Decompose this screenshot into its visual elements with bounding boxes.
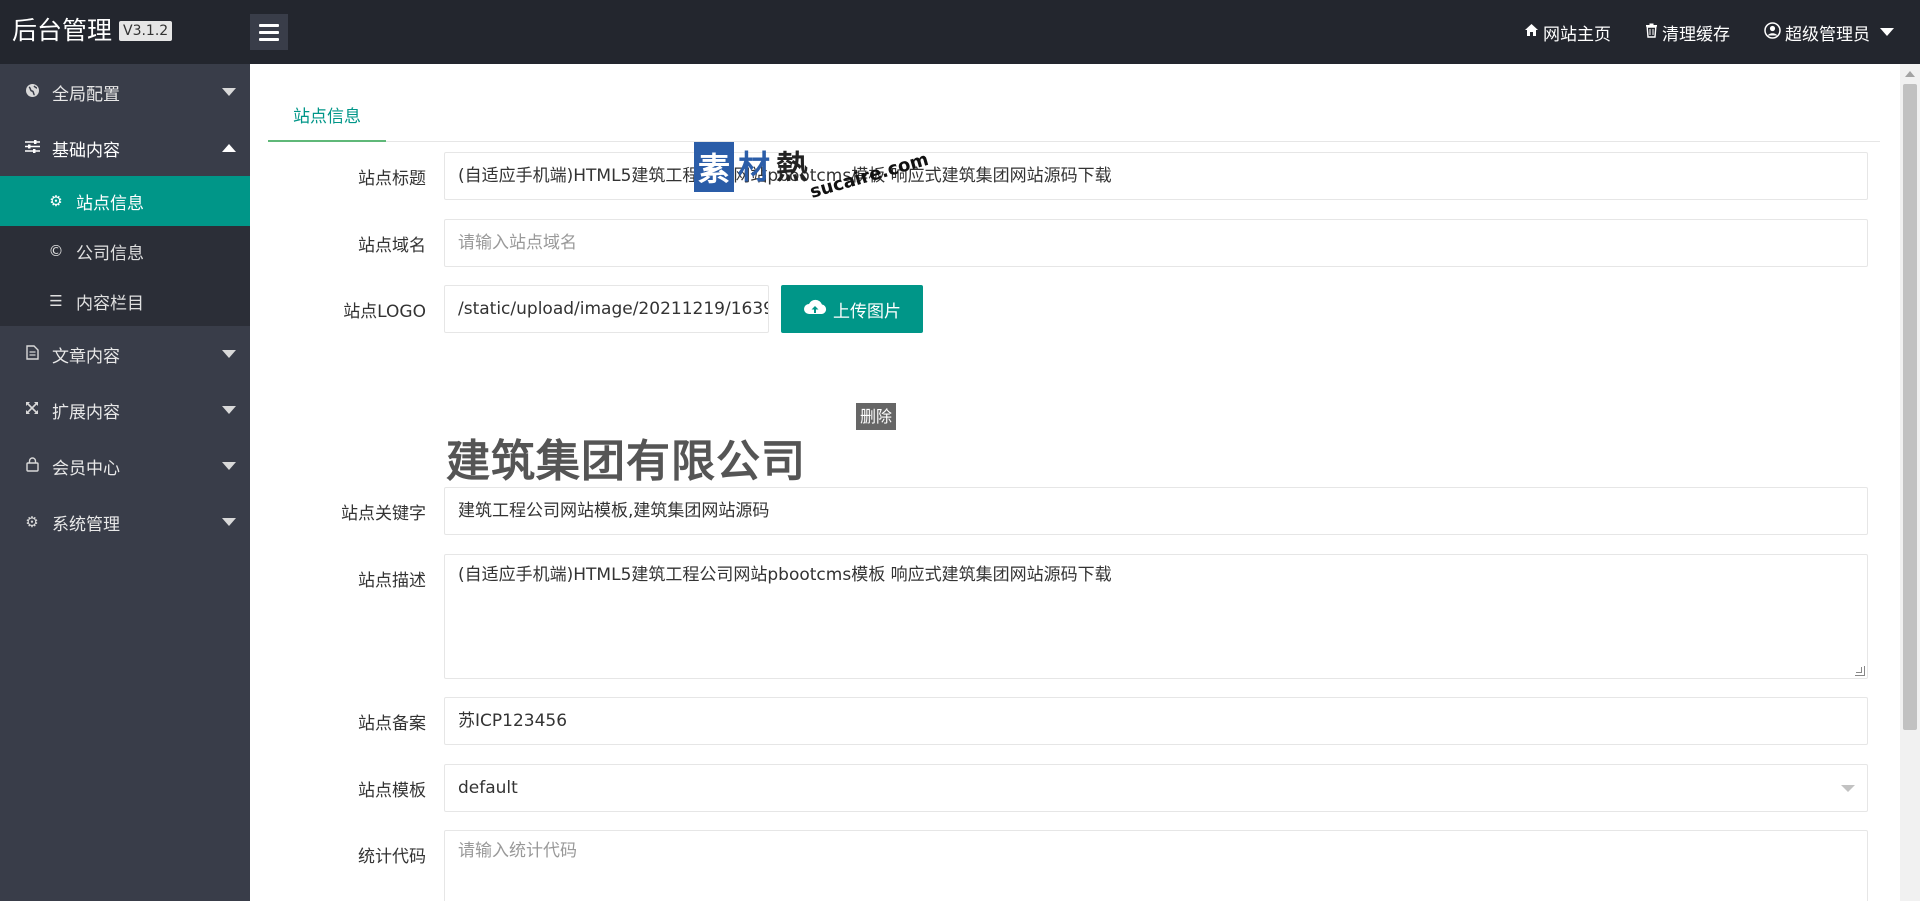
statistics-code-textarea[interactable]: 请输入统计代码	[444, 830, 1868, 901]
chevron-down-icon	[1880, 28, 1894, 36]
site-description-textarea[interactable]: (自适应手机端)HTML5建筑工程公司网站pbootcms模板 响应式建筑集团网…	[444, 554, 1868, 679]
file-icon	[24, 344, 40, 364]
sidebar-item-global-config[interactable]: 全局配置	[0, 64, 250, 120]
site-template-value: default	[458, 778, 518, 798]
sidebar-item-label: 系统管理	[52, 514, 120, 535]
home-icon	[1524, 23, 1539, 41]
sidebar-item-label: 会员中心	[52, 458, 120, 479]
app-title: 后台管理	[12, 16, 113, 45]
admin-user-label: 超级管理员	[1785, 24, 1870, 45]
sidebar-item-site-info[interactable]: ⚙ 站点信息	[0, 176, 250, 226]
site-description-text: (自适应手机端)HTML5建筑工程公司网站pbootcms模板 响应式建筑集团网…	[458, 565, 1112, 585]
field-label: 站点标题	[358, 169, 426, 189]
basic-content-submenu: ⚙ 站点信息 © 公司信息 ☰ 内容栏目	[0, 176, 250, 326]
sidebar-item-label: 基础内容	[52, 140, 120, 161]
admin-user-menu[interactable]: 超级管理员	[1764, 20, 1894, 45]
site-home-link[interactable]: 网站主页	[1524, 20, 1611, 45]
svg-text:素: 素	[698, 150, 730, 188]
sidebar-item-label: 站点信息	[76, 193, 144, 214]
gear-icon: ⚙	[25, 513, 39, 531]
chevron-down-icon	[222, 518, 236, 526]
site-icp-input[interactable]: 苏ICP123456	[444, 697, 1868, 745]
list-icon: ☰	[49, 292, 63, 310]
lock-user-icon	[24, 456, 40, 476]
sidebar-item-content-columns[interactable]: ☰ 内容栏目	[0, 276, 250, 326]
field-label: 站点备案	[358, 714, 426, 734]
sidebar-item-extension-content[interactable]: 扩展内容	[0, 382, 250, 438]
field-label: 站点域名	[358, 236, 426, 256]
chevron-down-icon	[222, 462, 236, 470]
scroll-up-icon[interactable]	[1905, 71, 1915, 77]
site-logo-path-input[interactable]: /static/upload/image/20211219/1639886	[444, 285, 769, 333]
globe-icon	[24, 83, 40, 102]
chevron-down-icon	[222, 406, 236, 414]
expand-icon	[24, 401, 40, 419]
site-home-label: 网站主页	[1543, 24, 1611, 45]
sidebar-item-label: 扩展内容	[52, 402, 120, 423]
svg-text:sucaire.com: sucaire.com	[808, 149, 931, 203]
hamburger-icon	[259, 23, 279, 27]
sidebar-item-member-center[interactable]: 会员中心	[0, 438, 250, 494]
tab-bar: 站点信息	[268, 92, 1880, 142]
svg-text:熱: 熱	[776, 148, 808, 186]
sidebar-item-label: 公司信息	[76, 243, 144, 264]
chevron-down-icon	[222, 88, 236, 96]
logo-preview-image: 建筑集团有限公司	[446, 436, 806, 487]
copyright-icon: ©	[48, 242, 64, 260]
sidebar-toggle-button[interactable]	[250, 14, 288, 50]
svg-text:材: 材	[738, 148, 770, 186]
site-template-select[interactable]: default	[444, 764, 1868, 812]
clear-cache-label: 清理缓存	[1662, 24, 1730, 45]
chevron-down-icon	[222, 350, 236, 358]
resize-handle-icon[interactable]	[1855, 666, 1865, 676]
cloud-upload-icon	[803, 298, 827, 321]
clear-cache-link[interactable]: 清理缓存	[1645, 20, 1730, 45]
sidebar-item-label: 内容栏目	[76, 293, 144, 314]
scrollbar-thumb[interactable]	[1903, 84, 1917, 730]
main-content: 站点信息 站点标题 (自适应手机端)HTML5建筑工程公司网站pbootcms模…	[250, 64, 1900, 901]
header-nav: 网站主页 清理缓存 超级管理员	[1524, 0, 1894, 64]
gear-icon: ⚙	[49, 192, 63, 210]
chevron-down-icon	[1841, 785, 1855, 792]
field-label: 站点LOGO	[343, 302, 426, 322]
site-domain-input[interactable]: 请输入站点域名	[444, 219, 1868, 267]
tab-site-info[interactable]: 站点信息	[268, 92, 386, 142]
user-circle-icon	[1764, 21, 1781, 43]
sidebar-item-system-management[interactable]: ⚙ 系统管理	[0, 494, 250, 550]
chevron-up-icon	[222, 144, 236, 152]
upload-image-button[interactable]: 上传图片	[781, 285, 923, 333]
field-label: 站点描述	[358, 571, 426, 591]
sidebar-item-label: 文章内容	[52, 346, 120, 367]
field-label: 站点模板	[358, 781, 426, 801]
site-title-input[interactable]: (自适应手机端)HTML5建筑工程公司网站pbootcms模板 响应式建筑集团网…	[444, 152, 1868, 200]
page-scrollbar[interactable]	[1900, 64, 1920, 901]
sliders-icon	[24, 139, 40, 157]
sidebar-item-basic-content[interactable]: 基础内容	[0, 120, 250, 176]
sidebar-item-label: 全局配置	[52, 84, 120, 105]
delete-logo-button[interactable]: 删除	[856, 403, 896, 430]
version-badge: V3.1.2	[119, 21, 173, 41]
field-label: 统计代码	[358, 847, 426, 867]
trash-icon	[1645, 23, 1658, 42]
field-label: 站点关键字	[341, 504, 426, 524]
sidebar: 全局配置 基础内容 ⚙ 站点信息 © 公司信息 ☰ 内容栏目 文章内容 扩展内容…	[0, 64, 250, 901]
sidebar-item-article-content[interactable]: 文章内容	[0, 326, 250, 382]
top-header: 后台管理 V3.1.2 网站主页 清理缓存 超级管理员	[0, 0, 1920, 64]
watermark-logo: 素 材 熱 sucaire.com	[694, 140, 944, 210]
sidebar-item-company-info[interactable]: © 公司信息	[0, 226, 250, 276]
site-keywords-input[interactable]: 建筑工程公司网站模板,建筑集团网站源码	[444, 487, 1868, 535]
upload-image-label: 上传图片	[833, 301, 901, 322]
